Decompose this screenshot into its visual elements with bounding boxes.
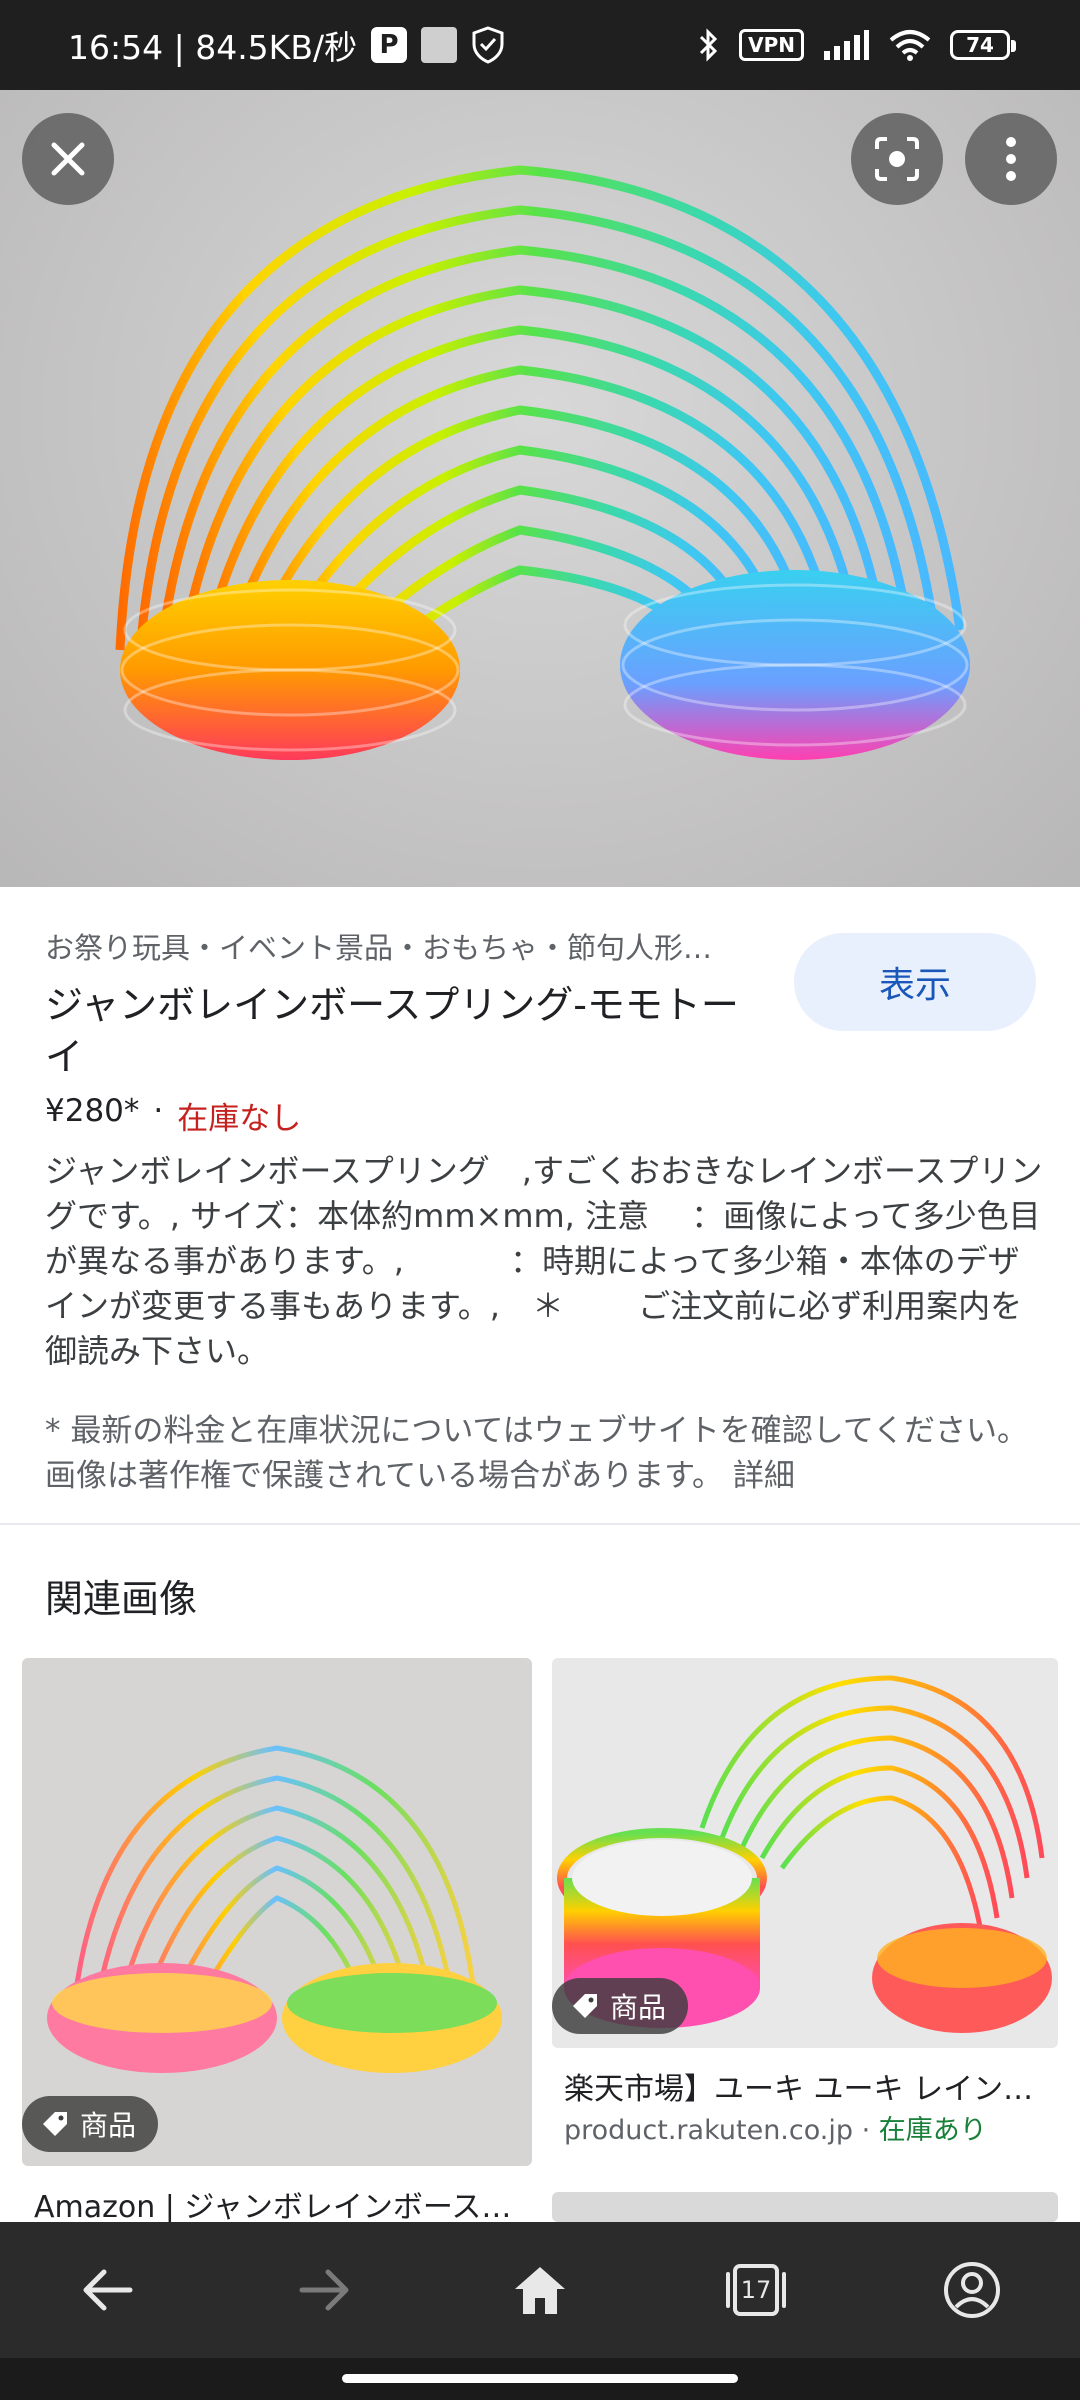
app-notification-icon [421,27,458,63]
status-right: VPN 74 [697,0,1016,90]
price-row: ¥280* · 在庫なし [45,1093,301,1138]
source-dot: · [853,2115,879,2146]
forward-icon [299,2269,349,2311]
google-lens-button[interactable] [851,113,943,205]
related-image-1 [47,1745,502,2073]
signal-icon [824,30,869,60]
tab-count: 17 [740,2276,772,2304]
close-button[interactable] [22,113,114,205]
related-card-3[interactable] [552,2192,1058,2222]
account-icon [944,2262,1000,2318]
source-domain: product.rakuten.co.jp [564,2115,853,2146]
stock-available: 在庫あり [878,2115,987,2146]
account-button[interactable] [912,2222,1032,2358]
home-icon [515,2267,565,2314]
vpn-badge: VPN [739,29,804,61]
back-button[interactable] [48,2222,168,2358]
breadcrumb: お祭り玩具・イベント景品・おもちゃ・節句人形… [45,931,713,965]
product-tag: 商品 [552,1978,689,2034]
status-left: 16:54 | 84.5KB/秒 P [68,0,505,90]
more-vert-icon [1006,137,1016,181]
product-tag: 商品 [22,2096,159,2152]
more-options-button[interactable] [965,113,1057,205]
product-title: ジャンボレインボースプリング-モモトーイ [45,983,739,1079]
product-description: ジャンボレインボースプリング ,すごくおおきなレインボースプリングです。, サイ… [45,1152,1043,1370]
related-card-1-title[interactable]: Amazon | ジャンボレインボース… [34,2182,524,2226]
forward-button[interactable] [264,2222,384,2358]
battery-indicator: 74 [950,30,1016,60]
price: ¥280* [45,1093,140,1129]
related-card-2-source: product.rakuten.co.jp · 在庫あり [564,2108,987,2147]
product-image[interactable] [0,90,1080,887]
back-icon [83,2269,133,2311]
close-icon [51,142,85,176]
gesture-area [0,2358,1080,2400]
tag-label: 商品 [610,1991,667,2024]
disclaimer-note[interactable]: * 最新の料金と在庫状況についてはウェブサイトを確認してください。 画像は著作権… [45,1409,1045,1499]
home-gesture-bar[interactable] [342,2374,738,2383]
status-bar: 16:54 | 84.5KB/秒 P VPN 74 [0,0,1080,90]
home-button[interactable] [480,2222,600,2358]
related-card-2-title[interactable]: 楽天市場】ユーキ ユーキ レイン… [564,2064,1054,2108]
separator: · [153,1093,164,1129]
stock-status: 在庫なし [177,1101,302,1137]
related-card-1[interactable]: 商品 [22,1658,532,2166]
wifi-icon [889,30,931,61]
tabs-button[interactable]: 17 [696,2222,816,2358]
rainbow-spring-image [115,165,970,760]
divider [0,1523,1080,1525]
bluetooth-icon [700,28,718,62]
paypay-icon: P [371,27,408,63]
related-card-2[interactable]: 商品 [552,1658,1058,2048]
tag-label: 商品 [80,2109,137,2142]
google-lens-icon [875,137,919,181]
status-time-speed: 16:54 | 84.5KB/秒 [68,28,358,67]
shield-icon [472,26,504,64]
view-button[interactable]: 表示 [794,933,1036,1031]
related-images-heading: 関連画像 [45,1577,198,1621]
tag-icon [43,2112,67,2136]
bottom-navigation: 17 [0,2222,1080,2358]
tag-icon [573,1994,597,2018]
